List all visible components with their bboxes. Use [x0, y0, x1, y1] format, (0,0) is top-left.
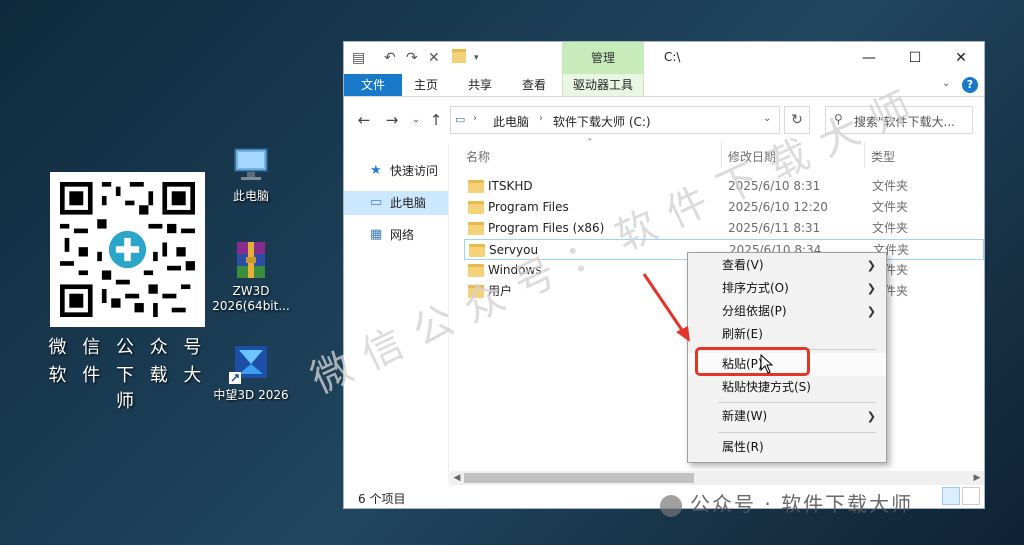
tab-drive-tools[interactable]: 驱动器工具 [562, 74, 644, 96]
undo-icon[interactable]: ↶ [384, 50, 396, 66]
delete-icon[interactable]: ✕ [428, 50, 440, 66]
desktop-icon-zw3d-installer[interactable]: ZW3D 2026(64bit... [209, 240, 293, 314]
computer-icon [234, 148, 268, 180]
address-dropdown-icon[interactable]: ⌄ [763, 113, 771, 124]
folder-icon [468, 180, 484, 193]
folder-icon [468, 222, 484, 235]
scrollbar-thumb[interactable] [464, 473, 694, 483]
help-icon[interactable]: ? [962, 77, 978, 93]
properties-icon[interactable]: ▤ [352, 50, 365, 66]
nav-item-this-pc[interactable]: ▭ 此电脑 [344, 191, 448, 215]
redo-icon[interactable]: ↷ [406, 50, 418, 66]
qr-code-image [60, 182, 195, 317]
menu-item-label: 粘贴快捷方式(S) [722, 380, 811, 394]
desktop-icon-zw3d-2026[interactable]: 中望3D 2026 [209, 340, 293, 403]
nav-item-network[interactable]: ▦ 网络 [344, 223, 448, 247]
breadcrumb-separator-icon: › [473, 113, 477, 124]
mouse-pointer-icon [760, 354, 774, 374]
tab-file[interactable]: 文件 [344, 74, 402, 96]
window-title: C:\ [664, 50, 681, 64]
star-icon: ★ [370, 163, 382, 178]
folder-icon [469, 244, 485, 257]
file-row[interactable]: Program Files (x86) 2025/6/11 8:31 文件夹 [464, 218, 984, 239]
sort-ascending-icon: ⌃ [586, 138, 594, 148]
file-name: ITSKHD [488, 179, 533, 193]
file-type: 文件夹 [872, 200, 909, 214]
submenu-arrow-icon: ❯ [866, 305, 876, 318]
menu-separator [718, 432, 876, 433]
desktop-icon-label: 中望3D 2026 [213, 388, 289, 402]
column-header-type[interactable]: 类型 [871, 148, 895, 165]
menu-item-view[interactable]: 查看(V) ❯ [688, 254, 886, 277]
nav-label: 网络 [390, 228, 415, 242]
desktop-icon-this-pc[interactable]: 此电脑 [209, 145, 293, 204]
recent-locations-icon[interactable]: ⌄ [406, 110, 426, 130]
desktop-icon-label: 此电脑 [232, 189, 269, 203]
menu-item-sort-by[interactable]: 排序方式(O) ❯ [688, 277, 886, 300]
file-name: Program Files [488, 200, 569, 214]
back-button[interactable]: ← [354, 110, 374, 130]
wechat-icon [660, 494, 682, 517]
paste-highlight-box [695, 347, 810, 376]
large-icons-view-button[interactable] [962, 487, 980, 505]
title-bar: ▤ ↶ ↷ ✕ ▾ 管理 C:\ — ☐ ✕ [344, 42, 984, 74]
computer-icon: ▭ [370, 195, 383, 210]
menu-item-label: 排序方式(O) [722, 281, 789, 295]
nav-item-quick-access[interactable]: ★ 快速访问 [344, 159, 448, 183]
expand-ribbon-icon[interactable]: ⌄ [942, 78, 950, 89]
menu-item-label: 新建(W) [722, 409, 768, 423]
breadcrumb-this-pc[interactable]: 此电脑 [493, 113, 529, 130]
desktop-icon-label: ZW3D 2026(64bit... [212, 284, 290, 313]
menu-item-label: 属性(R) [722, 440, 764, 454]
menu-item-label: 刷新(E) [722, 327, 763, 341]
forward-button[interactable]: → [382, 110, 402, 130]
minimize-button[interactable]: — [846, 42, 892, 74]
menu-item-new[interactable]: 新建(W) ❯ [688, 405, 886, 428]
column-header-name[interactable]: 名称 [466, 148, 490, 165]
annotation-arrow [642, 273, 690, 342]
bottom-watermark-text: 公众号 · 软件下载大师 [690, 492, 914, 516]
qr-caption-line1: 微 信 公 众 号 [48, 337, 207, 358]
tab-share[interactable]: 共享 [458, 74, 502, 96]
new-folder-icon[interactable] [452, 49, 466, 63]
maximize-button[interactable]: ☐ [892, 42, 938, 74]
qr-code-card [50, 172, 205, 327]
submenu-arrow-icon: ❯ [866, 259, 876, 272]
details-view-button[interactable] [942, 487, 960, 505]
address-bar[interactable]: ▭ › 此电脑 › 软件下载大师 (C:) ⌄ [450, 106, 780, 134]
tab-home[interactable]: 主页 [404, 74, 448, 96]
file-date: 2025/6/11 8:31 [728, 221, 821, 235]
folder-icon [468, 201, 484, 214]
customize-quick-access-icon[interactable]: ▾ [474, 50, 479, 66]
menu-item-label: 分组依据(P) [722, 304, 787, 318]
zw3d-app-icon [229, 346, 267, 384]
horizontal-scrollbar[interactable]: ◀ ▶ [450, 471, 984, 485]
menu-item-refresh[interactable]: 刷新(E) [688, 323, 886, 346]
scroll-right-icon[interactable]: ▶ [970, 471, 984, 485]
menu-item-properties[interactable]: 属性(R) [688, 436, 886, 459]
file-type: 文件夹 [872, 221, 909, 235]
nav-label: 此电脑 [390, 196, 427, 210]
submenu-arrow-icon: ❯ [866, 282, 876, 295]
nav-label: 快速访问 [390, 164, 439, 178]
menu-item-paste-shortcut[interactable]: 粘贴快捷方式(S) [688, 376, 886, 399]
close-button[interactable]: ✕ [938, 42, 984, 74]
submenu-arrow-icon: ❯ [866, 410, 876, 423]
menu-item-label: 查看(V) [722, 258, 764, 272]
up-button[interactable]: ↑ [426, 110, 446, 130]
breadcrumb-separator-icon: › [539, 113, 543, 124]
qr-caption-line2: 软 件 下 载 大 师 [48, 365, 207, 412]
bottom-watermark: 公众号 · 软件下载大师 [660, 488, 913, 517]
winrar-archive-icon [237, 242, 265, 278]
scroll-left-icon[interactable]: ◀ [450, 471, 464, 485]
manage-context-tab-header: 管理 [562, 42, 644, 74]
menu-separator [718, 402, 876, 403]
network-icon: ▦ [370, 227, 383, 242]
status-item-count: 6 个项目 [358, 492, 406, 506]
breadcrumb-drive-c[interactable]: 软件下载大师 (C:) [553, 113, 651, 130]
file-type: 文件夹 [872, 179, 909, 193]
this-pc-small-icon: ▭ [455, 113, 466, 126]
menu-item-group-by[interactable]: 分组依据(P) ❯ [688, 300, 886, 323]
tab-view[interactable]: 查看 [512, 74, 556, 96]
